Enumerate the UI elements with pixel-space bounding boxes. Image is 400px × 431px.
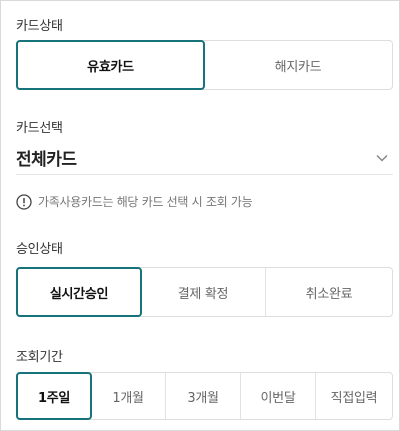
period-option-3-months[interactable]: 3개월 [166,373,241,419]
card-select-value: 전체카드 [16,150,77,170]
period-option-1-month[interactable]: 1개월 [91,373,166,419]
card-status-label: 카드상태 [16,19,63,34]
period-segmented-control: 1주일 1개월 3개월 이번달 직접입력 [16,372,393,420]
chevron-down-icon [376,154,388,162]
approval-status-segmented-control: 실시간승인 결제 확정 취소완료 [16,267,393,317]
inquiry-filter-panel: 카드상태 유효카드 해지카드 카드선택 전체카드 가족사용카드는 해당 카드 선… [0,0,400,431]
card-status-segmented-control: 유효카드 해지카드 [16,40,393,90]
approval-option-payment-confirmed[interactable]: 결제 확정 [141,268,266,316]
info-circle-icon [16,193,32,210]
notice-text: 가족사용카드는 해당 카드 선택 시 조회 가능 [38,195,253,209]
card-select-dropdown[interactable]: 전체카드 [16,141,393,175]
period-option-1-week[interactable]: 1주일 [16,372,92,420]
period-option-this-month[interactable]: 이번달 [241,373,316,419]
card-status-option-valid[interactable]: 유효카드 [16,40,205,90]
approval-option-realtime[interactable]: 실시간승인 [16,267,142,317]
family-card-notice: 가족사용카드는 해당 카드 선택 시 조회 가능 [16,193,253,210]
period-option-custom[interactable]: 직접입력 [316,373,392,419]
approval-option-cancel-complete[interactable]: 취소완료 [266,268,392,316]
period-label: 조회기간 [16,350,63,365]
approval-status-label: 승인상태 [16,242,63,257]
card-status-option-canceled[interactable]: 해지카드 [204,41,392,89]
card-select-label: 카드선택 [16,121,63,136]
